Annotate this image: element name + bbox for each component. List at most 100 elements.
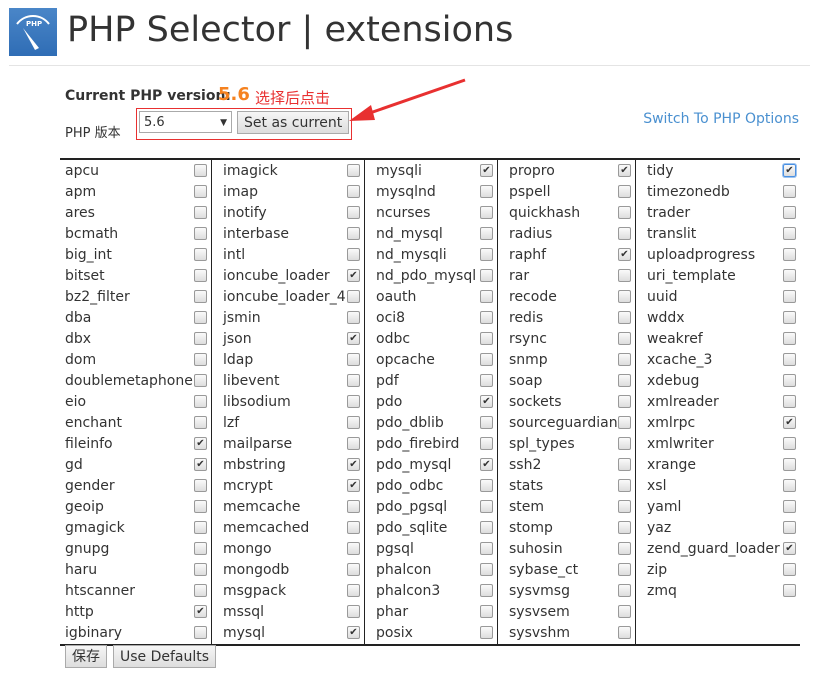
extension-checkbox[interactable] <box>194 290 207 303</box>
extension-checkbox[interactable] <box>783 479 796 492</box>
extension-checkbox[interactable] <box>194 164 207 177</box>
extension-checkbox[interactable] <box>480 353 493 366</box>
extension-checkbox[interactable] <box>194 626 207 639</box>
extension-checkbox[interactable] <box>783 584 796 597</box>
extension-checkbox[interactable] <box>480 332 493 345</box>
extension-checkbox[interactable] <box>783 374 796 387</box>
extension-checkbox[interactable]: ✔ <box>347 332 360 345</box>
extension-checkbox[interactable] <box>618 437 631 450</box>
extension-checkbox[interactable] <box>783 437 796 450</box>
extension-checkbox[interactable]: ✔ <box>347 269 360 282</box>
extension-checkbox[interactable] <box>618 521 631 534</box>
extension-checkbox[interactable] <box>194 311 207 324</box>
extension-checkbox[interactable] <box>480 437 493 450</box>
extension-checkbox[interactable]: ✔ <box>480 395 493 408</box>
extension-checkbox[interactable] <box>347 311 360 324</box>
extension-checkbox[interactable] <box>194 353 207 366</box>
extension-checkbox[interactable]: ✔ <box>194 437 207 450</box>
extension-checkbox[interactable] <box>347 500 360 513</box>
extension-checkbox[interactable] <box>347 290 360 303</box>
extension-checkbox[interactable] <box>347 416 360 429</box>
extension-checkbox[interactable] <box>194 395 207 408</box>
extension-checkbox[interactable] <box>194 332 207 345</box>
extension-checkbox[interactable] <box>783 269 796 282</box>
extension-checkbox[interactable] <box>347 206 360 219</box>
extension-checkbox[interactable] <box>480 185 493 198</box>
extension-checkbox[interactable] <box>618 206 631 219</box>
extension-checkbox[interactable] <box>783 227 796 240</box>
extension-checkbox[interactable] <box>480 227 493 240</box>
extension-checkbox[interactable] <box>347 437 360 450</box>
extension-checkbox[interactable] <box>347 353 360 366</box>
extension-checkbox[interactable] <box>347 542 360 555</box>
extension-checkbox[interactable] <box>480 248 493 261</box>
extension-checkbox[interactable] <box>480 584 493 597</box>
extension-checkbox[interactable] <box>480 479 493 492</box>
extension-checkbox[interactable] <box>618 605 631 618</box>
extension-checkbox[interactable] <box>194 479 207 492</box>
extension-checkbox[interactable]: ✔ <box>783 542 796 555</box>
extension-checkbox[interactable] <box>194 227 207 240</box>
extension-checkbox[interactable] <box>618 269 631 282</box>
extension-checkbox[interactable] <box>618 416 631 429</box>
extension-checkbox[interactable] <box>618 353 631 366</box>
extension-checkbox[interactable] <box>480 521 493 534</box>
extension-checkbox[interactable] <box>347 563 360 576</box>
extension-checkbox[interactable] <box>618 479 631 492</box>
extension-checkbox[interactable]: ✔ <box>347 626 360 639</box>
extension-checkbox[interactable] <box>194 374 207 387</box>
extension-checkbox[interactable] <box>480 374 493 387</box>
extension-checkbox[interactable] <box>480 563 493 576</box>
extension-checkbox[interactable] <box>480 416 493 429</box>
extension-checkbox[interactable]: ✔ <box>347 458 360 471</box>
extension-checkbox[interactable] <box>480 626 493 639</box>
set-as-current-button[interactable]: Set as current <box>237 111 350 134</box>
extension-checkbox[interactable] <box>347 248 360 261</box>
extension-checkbox[interactable] <box>783 248 796 261</box>
extension-checkbox[interactable]: ✔ <box>480 164 493 177</box>
extension-checkbox[interactable] <box>618 626 631 639</box>
extension-checkbox[interactable] <box>618 227 631 240</box>
extension-checkbox[interactable] <box>618 542 631 555</box>
extension-checkbox[interactable] <box>618 311 631 324</box>
extension-checkbox[interactable] <box>347 605 360 618</box>
extension-checkbox[interactable] <box>480 542 493 555</box>
extension-checkbox[interactable]: ✔ <box>783 164 796 177</box>
extension-checkbox[interactable] <box>618 584 631 597</box>
extension-checkbox[interactable] <box>783 395 796 408</box>
extension-checkbox[interactable]: ✔ <box>783 416 796 429</box>
extension-checkbox[interactable] <box>194 206 207 219</box>
switch-to-php-options-link[interactable]: Switch To PHP Options <box>643 111 799 127</box>
extension-checkbox[interactable]: ✔ <box>194 458 207 471</box>
extension-checkbox[interactable] <box>347 227 360 240</box>
extension-checkbox[interactable] <box>480 269 493 282</box>
extension-checkbox[interactable]: ✔ <box>194 605 207 618</box>
extension-checkbox[interactable] <box>618 500 631 513</box>
extension-checkbox[interactable] <box>618 332 631 345</box>
use-defaults-button[interactable]: Use Defaults <box>113 645 217 668</box>
extension-checkbox[interactable] <box>618 563 631 576</box>
extension-checkbox[interactable]: ✔ <box>618 164 631 177</box>
extension-checkbox[interactable] <box>783 458 796 471</box>
extension-checkbox[interactable] <box>618 374 631 387</box>
extension-checkbox[interactable] <box>783 563 796 576</box>
extension-checkbox[interactable] <box>347 395 360 408</box>
extension-checkbox[interactable] <box>347 164 360 177</box>
extension-checkbox[interactable] <box>347 185 360 198</box>
extension-checkbox[interactable] <box>618 395 631 408</box>
extension-checkbox[interactable] <box>783 500 796 513</box>
extension-checkbox[interactable] <box>194 416 207 429</box>
extension-checkbox[interactable] <box>618 185 631 198</box>
extension-checkbox[interactable] <box>480 500 493 513</box>
extension-checkbox[interactable] <box>194 248 207 261</box>
extension-checkbox[interactable]: ✔ <box>347 479 360 492</box>
extension-checkbox[interactable] <box>783 521 796 534</box>
extension-checkbox[interactable] <box>480 206 493 219</box>
extension-checkbox[interactable] <box>347 374 360 387</box>
extension-checkbox[interactable] <box>194 521 207 534</box>
extension-checkbox[interactable] <box>480 311 493 324</box>
extension-checkbox[interactable] <box>194 563 207 576</box>
extension-checkbox[interactable] <box>783 206 796 219</box>
extension-checkbox[interactable] <box>480 290 493 303</box>
extension-checkbox[interactable]: ✔ <box>618 248 631 261</box>
